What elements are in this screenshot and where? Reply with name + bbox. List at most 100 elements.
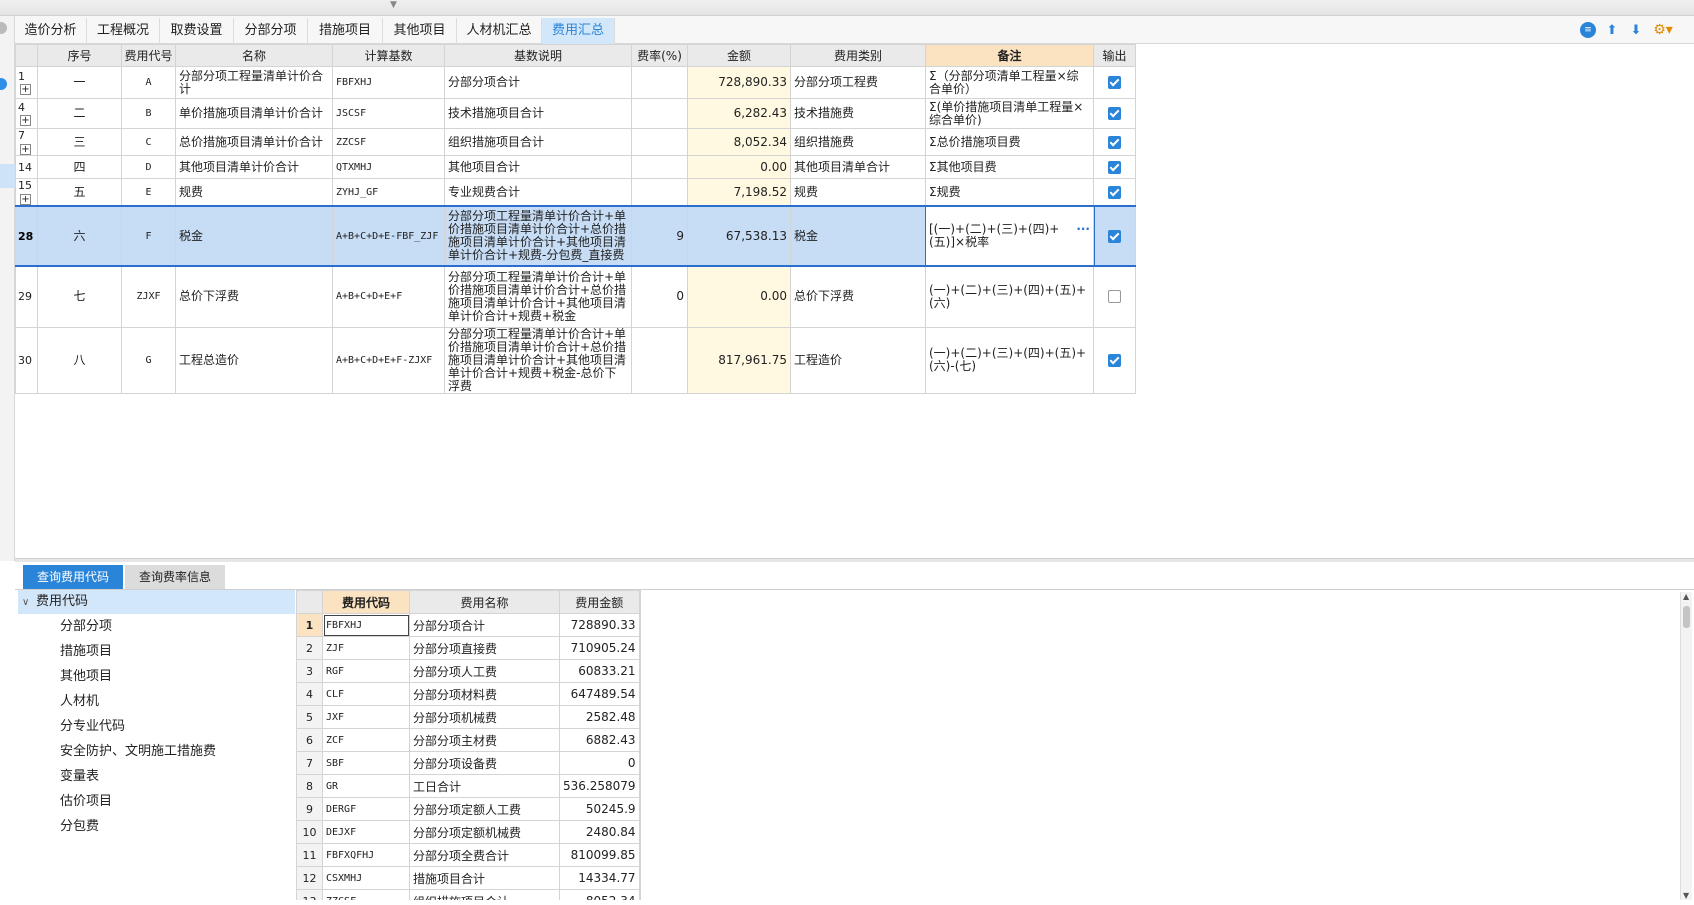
cell-seq[interactable]: 六	[37, 205, 122, 267]
list-item[interactable]: 3 RGF 分部分项人工费 60833.21	[296, 659, 640, 683]
tree-item[interactable]: 措施项目	[18, 639, 295, 664]
cell-base-desc[interactable]: 其他项目合计	[444, 155, 632, 179]
cell-output[interactable]	[1093, 128, 1136, 156]
fee-code[interactable]: ZCF	[322, 728, 410, 752]
cell-rate[interactable]	[631, 326, 688, 394]
output-checkbox[interactable]	[1108, 76, 1121, 89]
fee-code[interactable]: CSXMHJ	[322, 866, 410, 890]
cell-base-desc[interactable]: 组织措施项目合计	[444, 128, 632, 156]
list-item[interactable]: 6 ZCF 分部分项主材费 6882.43	[296, 728, 640, 752]
tab-project-overview[interactable]: 工程概况	[87, 18, 160, 44]
tree-item[interactable]: 分专业代码	[18, 714, 295, 739]
cell-remark[interactable]: (一)+(二)+(三)+(四)+(五)+(六)	[925, 265, 1094, 328]
cell-base[interactable]: A+B+C+D+E+F-ZJXF	[332, 326, 445, 394]
tab-cost-analysis[interactable]: 造价分析	[15, 18, 87, 44]
cell-code[interactable]: A	[121, 66, 176, 99]
list-item[interactable]: 10 DEJXF 分部分项定额机械费 2480.84	[296, 820, 640, 844]
cell-rate[interactable]	[631, 98, 688, 129]
cell-category[interactable]: 其他项目清单合计	[790, 155, 926, 179]
table-row[interactable]: 7+ 三 C 总价措施项目清单计价合计 ZZCSF 组织措施项目合计 8,052…	[15, 128, 1136, 156]
nav-dot-icon[interactable]	[0, 22, 7, 34]
cell-seq[interactable]: 一	[37, 66, 122, 99]
cell-remark-editing[interactable]: ··· [(一)+(二)+(三)+(四)+(五)]×税率	[924, 205, 1095, 267]
cell-base-desc[interactable]: 专业规费合计	[444, 178, 632, 207]
scroll-down-icon[interactable]: ▼	[1683, 891, 1689, 900]
vertical-scrollbar[interactable]: ▲ ▼	[1680, 592, 1692, 900]
cell-seq[interactable]: 七	[37, 265, 122, 328]
header-category[interactable]: 费用类别	[790, 44, 926, 67]
cell-code[interactable]: ZJXF	[121, 265, 176, 328]
header-base[interactable]: 计算基数	[332, 44, 445, 67]
table-row[interactable]: 1+ 一 A 分部分项工程量清单计价合计 FBFXHJ 分部分项合计 728,8…	[15, 66, 1136, 99]
cell-category[interactable]: 分部分项工程费	[790, 66, 926, 99]
output-checkbox[interactable]	[1108, 290, 1121, 304]
fee-code[interactable]: DERGF	[322, 797, 410, 821]
fee-code[interactable]: FBFXQFHJ	[322, 843, 410, 867]
cell-base-desc[interactable]: 技术措施项目合计	[444, 98, 632, 129]
cell-output[interactable]	[1093, 205, 1136, 267]
header-fee-name[interactable]: 费用名称	[409, 590, 560, 614]
expand-icon[interactable]: +	[20, 143, 31, 155]
info-icon[interactable]: ≡	[1580, 22, 1596, 38]
cell-output[interactable]	[1093, 98, 1136, 129]
tab-other-items[interactable]: 其他项目	[383, 18, 457, 44]
cell-category[interactable]: 规费	[790, 178, 926, 207]
fee-code[interactable]: ZZCSF	[322, 889, 410, 900]
cell-base[interactable]: ZYHJ_GF	[332, 178, 445, 207]
tree-item[interactable]: 分部分项	[18, 614, 295, 639]
cell-remark[interactable]: Σ(单价措施项目清单工程量×综合单价)	[925, 98, 1094, 129]
tab-query-fee-code[interactable]: 查询费用代码	[23, 565, 124, 589]
remark-text[interactable]: [(一)+(二)+(三)+(四)+(五)]×税率	[929, 222, 1059, 249]
cell-base-desc[interactable]: 分部分项工程量清单计价合计+单价措施项目清单计价合计+总价措施项目清单计价合计+…	[444, 265, 632, 328]
scroll-up-icon[interactable]: ▲	[1683, 592, 1689, 601]
fee-code[interactable]: ZJF	[322, 636, 410, 660]
table-row[interactable]: 30 八 G 工程总造价 A+B+C+D+E+F-ZJXF 分部分项工程量清单计…	[15, 326, 1136, 394]
cell-remark[interactable]: Σ（分部分项清单工程量×综合单价）	[925, 66, 1094, 99]
more-options-icon[interactable]: ···	[1076, 223, 1090, 236]
cell-output[interactable]	[1093, 326, 1136, 394]
tree-item[interactable]: 安全防护、文明施工措施费	[18, 739, 295, 764]
fee-code[interactable]: SBF	[322, 751, 410, 775]
cell-category[interactable]: 总价下浮费	[790, 265, 926, 328]
cell-remark[interactable]: Σ总价措施项目费	[925, 128, 1094, 156]
cell-category[interactable]: 工程造价	[790, 326, 926, 394]
cell-rate[interactable]	[631, 128, 688, 156]
cell-seq[interactable]: 四	[37, 155, 122, 179]
output-checkbox[interactable]	[1108, 160, 1121, 174]
list-item[interactable]: 13ZZCSF组织措施项目合计8052.34	[296, 889, 640, 900]
cell-seq[interactable]: 五	[37, 178, 122, 207]
cell-seq[interactable]: 二	[37, 98, 122, 129]
cell-seq[interactable]: 三	[37, 128, 122, 156]
list-item[interactable]: 5 JXF 分部分项机械费 2582.48	[296, 705, 640, 729]
fee-code[interactable]: RGF	[322, 659, 410, 683]
header-name[interactable]: 名称	[175, 44, 333, 67]
header-seq[interactable]: 序号	[37, 44, 122, 67]
cell-rate[interactable]	[631, 155, 688, 179]
panel-splitter[interactable]	[15, 558, 1694, 562]
table-row[interactable]: 4+ 二 B 单价措施项目清单计价合计 JSCSF 技术措施项目合计 6,282…	[15, 98, 1136, 129]
header-rate[interactable]: 费率(%)	[631, 44, 688, 67]
cell-remark[interactable]: Σ规费	[925, 178, 1094, 207]
list-item[interactable]: 7 SBF 分部分项设备费 0	[296, 751, 640, 775]
tree-item[interactable]: 其他项目	[18, 664, 295, 689]
tree-item[interactable]: 人材机	[18, 689, 295, 714]
cell-code[interactable]: G	[121, 326, 176, 394]
list-item[interactable]: 4 CLF 分部分项材料费 647489.54	[296, 682, 640, 706]
tab-cost-summary[interactable]: 费用汇总	[542, 18, 615, 44]
list-item[interactable]: 12 CSXMHJ 措施项目合计 14334.77	[296, 866, 640, 890]
cell-name[interactable]: 总价下浮费	[175, 265, 333, 328]
expand-icon[interactable]: +	[20, 84, 31, 95]
cell-base[interactable]: FBFXHJ	[332, 66, 445, 99]
table-row[interactable]: 14 四 D 其他项目清单计价合计 QTXMHJ 其他项目合计 0.00 其他项…	[15, 155, 1136, 179]
cell-base[interactable]: A+B+C+D+E-FBF_ZJF	[332, 205, 445, 267]
fee-code[interactable]: CLF	[322, 682, 410, 706]
output-checkbox[interactable]	[1108, 185, 1121, 199]
arrow-up-icon[interactable]: ⬆	[1604, 22, 1620, 38]
fee-code[interactable]: DEJXF	[322, 820, 410, 844]
cell-remark[interactable]: (一)+(二)+(三)+(四)+(五)+(六)-(七)	[925, 326, 1094, 394]
cell-category[interactable]: 组织措施费	[790, 128, 926, 156]
list-item[interactable]: 1 FBFXHJ 分部分项合计 728890.33	[296, 613, 640, 637]
table-row-selected[interactable]: 28 六 F 税金 A+B+C+D+E-FBF_ZJF 分部分项工程量清单计价合…	[15, 205, 1136, 267]
cell-remark[interactable]: Σ其他项目费	[925, 155, 1094, 179]
list-item[interactable]: 8 GR 工日合计 536.258079	[296, 774, 640, 798]
